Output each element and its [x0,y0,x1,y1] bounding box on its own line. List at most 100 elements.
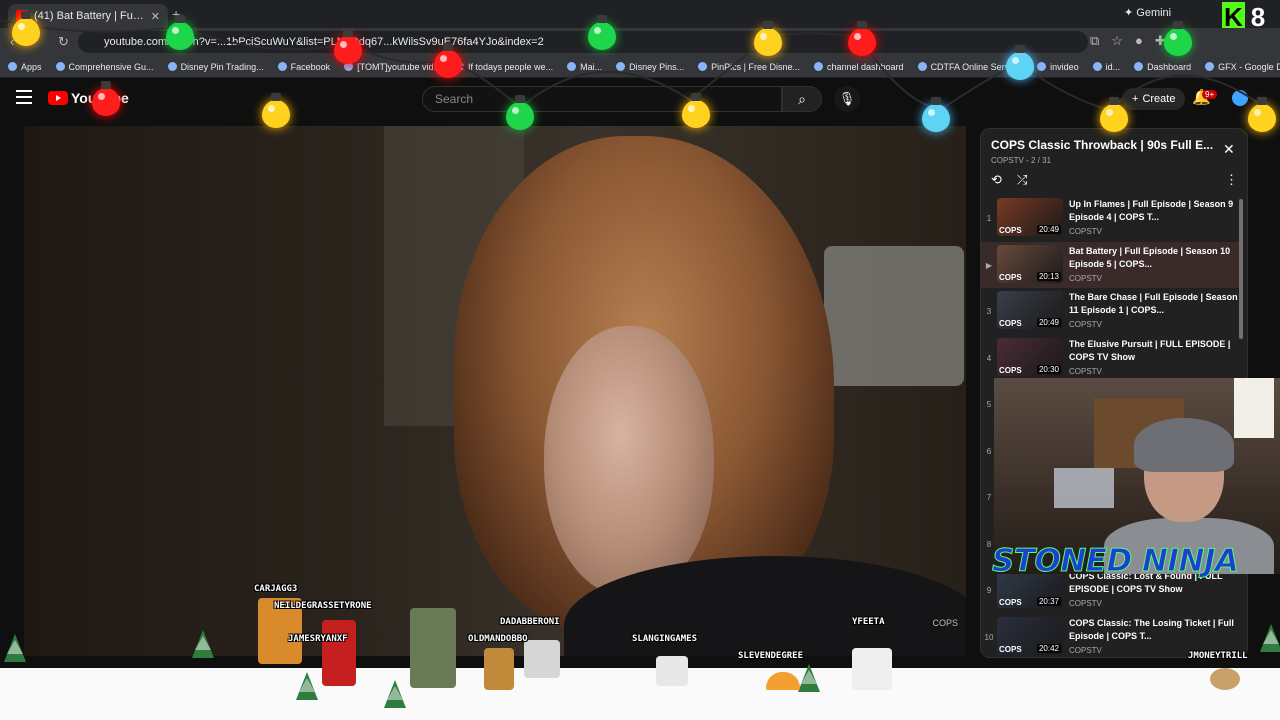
pine-tree-icon [296,672,318,700]
christmas-bulb-icon [922,97,950,132]
reload-icon[interactable]: ↻ [58,34,69,50]
bookmark-item[interactable]: Mai... [567,62,602,72]
youtube-play-icon [48,91,68,105]
playlist-thumbnail: COPS 20:49 [997,198,1063,236]
tab-title: (41) Bat Battery | Full Episo [34,10,145,22]
playlist-item-index: 10 [984,632,994,642]
christmas-bulb-icon [682,93,710,128]
playlist-item-index: 4 [986,353,992,363]
bookmark-item[interactable]: If todays people we... [455,62,553,72]
browser-tab-bar: (41) Bat Battery | Full Episo ✕ + ✦ Gemi… [0,0,1280,32]
pine-tree-icon [798,664,820,692]
playlist-thumbnail: COPS 20:42 [997,616,1063,655]
bookmark-item[interactable]: channel dashboard [814,62,904,72]
more-options-icon[interactable]: ⋮ [1225,172,1238,188]
hamburger-menu-icon[interactable] [16,90,32,104]
bookmark-favicon-icon [1092,62,1102,71]
playlist-item[interactable]: 1 COPS 20:49 Up In Flames | Full Episode … [981,195,1239,242]
search-button[interactable]: ⌕ [782,86,822,112]
bookmark-favicon-icon [8,62,17,71]
bookmark-favicon-icon [567,62,577,71]
chatter-name: JMONEYTRILL [1188,651,1248,661]
chatter-name: JAMESRYANXF [288,634,348,644]
pine-tree-icon [4,634,26,662]
bookmark-favicon-icon [277,62,287,71]
bookmark-star-icon[interactable]: ☆ [1111,33,1123,49]
christmas-bulb-icon [262,93,290,128]
bookmark-item[interactable]: PinPics | Free Disne... [698,62,800,72]
playlist-title[interactable]: COPS Classic Throwback | 90s Full E... [991,138,1221,152]
video-player[interactable]: COPS [24,126,966,656]
masterchief-sprite-icon [410,608,456,688]
avatar[interactable] [1232,90,1248,106]
potato-sprite-icon [1210,668,1240,690]
duration-badge: 20:49 [1036,318,1061,327]
skeleton-sprite-icon [852,648,892,690]
playlist-item[interactable]: 4 COPS 20:30 The Elusive Pursuit | FULL E… [981,335,1239,382]
close-playlist-icon[interactable]: ✕ [1223,141,1235,158]
duration-badge: 20:42 [1036,643,1061,653]
gemini-label: Gemini [1136,7,1172,19]
bookmark-item[interactable]: Dashboard [1134,62,1191,72]
playlist-item-channel: COPSTV [1069,599,1102,608]
playlist-item[interactable]: 3 COPS 20:49 The Bare Chase | Full Episod… [981,288,1239,335]
bookmark-item[interactable]: Comprehensive Gu... [55,62,154,72]
video-fax-machine [824,246,964,386]
cops-thumb-logo: COPS [999,272,1022,282]
bookmark-favicon-icon [55,62,65,71]
duration-badge: 20:37 [1036,597,1061,606]
playlist-item-index: 3 [986,307,992,316]
snow-ground [0,668,1280,720]
plus-icon: + [1132,93,1139,105]
cops-thumb-logo: COPS [999,365,1022,375]
bookmark-favicon-icon [167,62,177,71]
cops-thumb-logo: COPS [999,598,1022,607]
christmas-bulb-icon [1100,97,1128,132]
playlist-scrollbar[interactable] [1239,199,1243,339]
search-icon: ⌕ [798,91,806,107]
gunner-sprite-icon [484,648,514,690]
close-tab-icon[interactable]: ✕ [151,10,160,23]
christmas-bulb-icon [1006,45,1034,80]
video-woman-face [544,326,714,596]
bookmark-item[interactable]: Disney Pins... [616,62,684,72]
playlist-item-index: 1 [986,214,992,223]
loop-icon[interactable]: ⟲ [991,172,1002,188]
duration-badge: 20:49 [1036,225,1061,234]
bookmark-item[interactable]: id... [1092,62,1120,72]
webcam-boxes [1054,468,1114,508]
voice-search-button[interactable]: 🎙 [834,86,860,112]
chatter-name: CARJAGG3 [254,584,298,594]
channel-watermark[interactable]: COPS [932,618,958,628]
cops-thumb-logo: COPS [999,644,1022,654]
christmas-bulb-icon [1248,97,1276,132]
playlist-item-title: COPS Classic: The Losing Ticket | Full E… [1069,617,1234,641]
bookmark-item[interactable]: invideo [1037,62,1079,72]
search-placeholder: Search [435,92,474,106]
chatter-name: OLDMANDOBBO [468,634,528,644]
bookmark-favicon-icon [616,62,626,71]
create-button[interactable]: + Create [1122,88,1186,110]
bookmark-item[interactable]: Apps [8,62,42,72]
christmas-bulb-icon [754,21,782,56]
shuffle-icon[interactable]: ⤮ [1017,172,1027,188]
webcam-person-beanie [1134,418,1234,472]
bookmark-item[interactable]: GFX - Google Drive [1205,62,1280,72]
bookmark-item[interactable]: Disney Pin Trading... [167,62,264,72]
search-input[interactable]: Search [422,86,782,112]
christmas-bulb-icon [434,43,462,78]
gemini-button[interactable]: ✦ Gemini [1124,6,1171,19]
ironman-sprite-icon [322,620,356,686]
playlist-item-title: The Bare Chase | Full Episode | Season 1… [1069,292,1238,315]
bookmark-item[interactable]: [TOMT]youtube vid... [344,62,441,72]
extension-icon[interactable]: ● [1135,33,1143,49]
cast-icon[interactable]: ⧉ [1090,33,1099,49]
bookmark-favicon-icon [1134,62,1144,71]
address-bar[interactable]: youtube.com/watch?v=...1bPciScuWuY&list=… [78,31,1088,53]
christmas-bulb-icon [92,81,120,116]
christmas-bulb-icon [12,11,40,46]
bookmark-item[interactable]: Facebook [277,62,330,72]
chatter-name: YFEETA [852,617,885,627]
playlist-thumbnail: COPS 20:49 [997,291,1063,329]
playlist-item-current[interactable]: ▶ COPS 20:13 Bat Battery | Full Episode |… [981,241,1239,288]
